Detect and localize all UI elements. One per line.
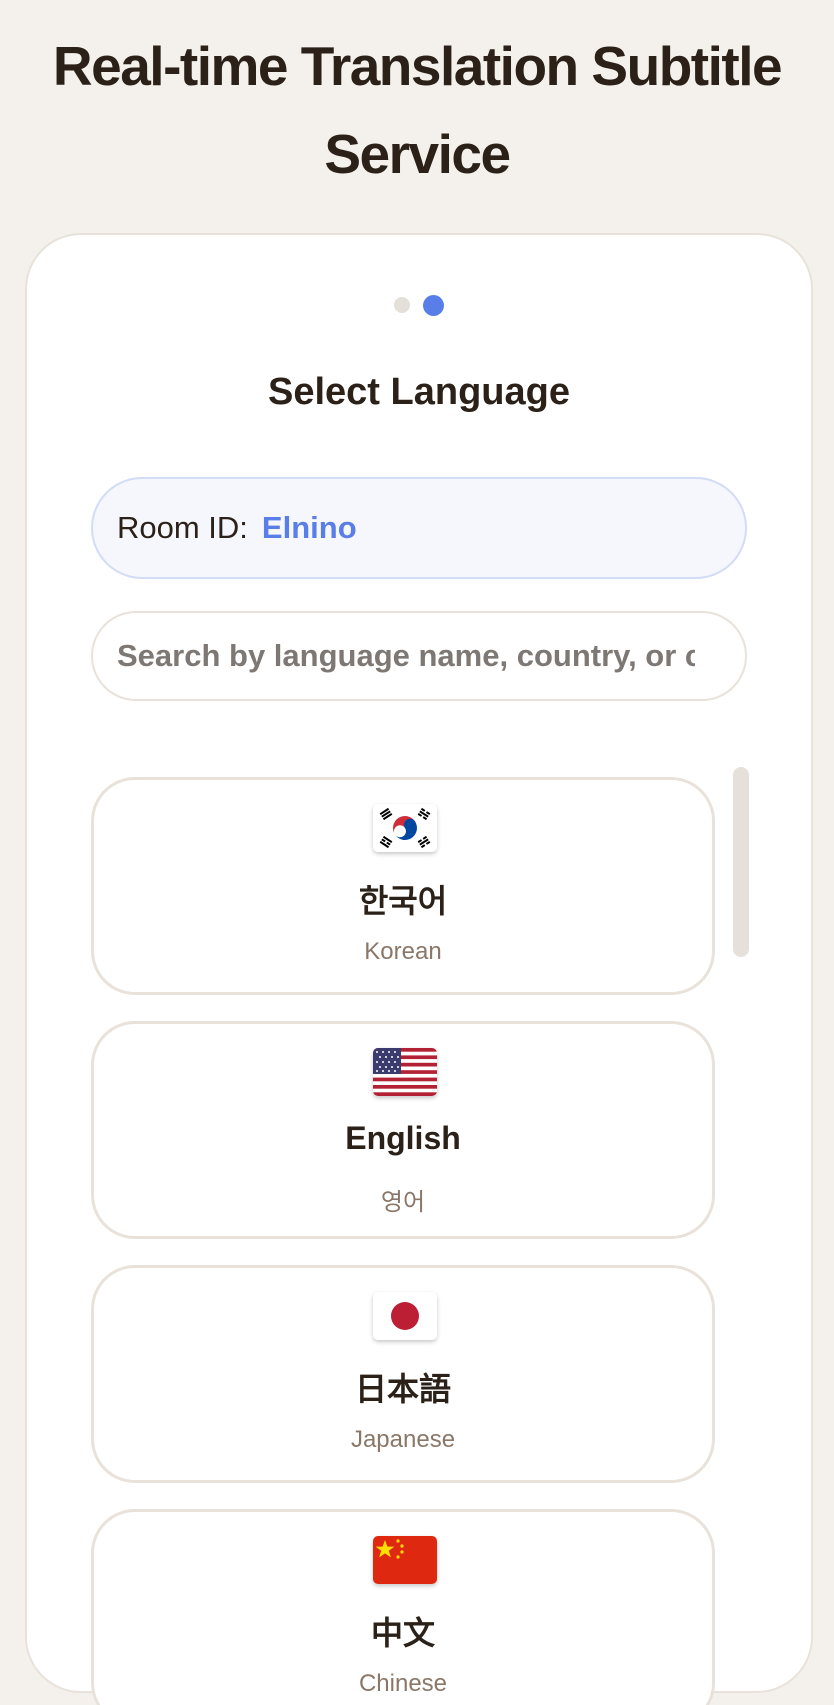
language-option-japanese[interactable]: 日本語 Japanese (91, 1265, 715, 1483)
step-dot-1 (394, 297, 410, 313)
language-option-chinese[interactable]: 中文 Chinese (91, 1509, 715, 1705)
usa-flag-icon (373, 1048, 437, 1096)
language-option-korean[interactable]: 한국어 Korean (91, 777, 715, 995)
language-list[interactable]: 한국어 Korean English 영어 日本語 Japanese 中文 Ch… (91, 765, 751, 1705)
page-title: Real-time Translation Subtitle Service (52, 35, 783, 185)
language-name: 한국어 (358, 883, 448, 919)
section-title: Select Language (268, 371, 570, 413)
step-dot-2-active (423, 295, 444, 316)
scrollbar-thumb[interactable] (733, 767, 749, 957)
room-id-value: Elnino (261, 510, 357, 545)
step-indicator (27, 295, 811, 316)
language-list-scrollbar[interactable] (733, 767, 749, 1697)
language-subtitle: Japanese (350, 1426, 456, 1453)
language-name: English (345, 1120, 461, 1156)
language-subtitle: Korean (364, 938, 442, 965)
language-subtitle: Chinese (358, 1670, 448, 1697)
language-name: 日本語 (354, 1371, 451, 1407)
china-flag-icon (373, 1536, 437, 1584)
language-name: 中文 (370, 1615, 435, 1651)
language-search-input[interactable] (91, 611, 747, 701)
language-option-english[interactable]: English 영어 (91, 1021, 715, 1239)
language-subtitle: 영어 (380, 1189, 426, 1216)
south-korea-flag-icon (373, 804, 437, 852)
room-id-label: Room ID: (117, 510, 248, 545)
room-id-display: Room ID: Elnino (91, 477, 747, 579)
language-selection-card: Select Language Room ID: Elnino Search b… (25, 233, 813, 1705)
japan-flag-icon (373, 1292, 437, 1340)
